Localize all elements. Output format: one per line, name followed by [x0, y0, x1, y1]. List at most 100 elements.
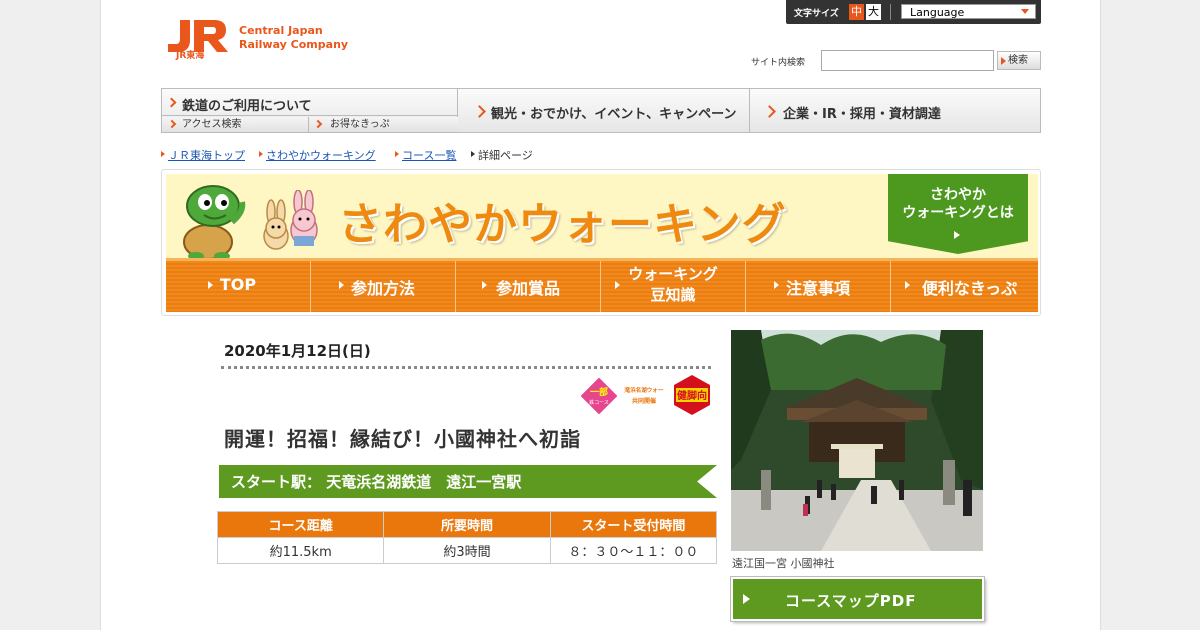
- breadcrumb-current: 詳細ページ: [478, 149, 533, 162]
- joint-event-badge-icon: 天竜浜名湖ウォーク 共同開催: [624, 386, 664, 405]
- arrow-right-icon: [743, 594, 750, 604]
- utility-divider: [890, 4, 891, 20]
- gnav-corporate[interactable]: 企業・IR・採用・資材調達: [751, 89, 1041, 132]
- table-cell-start-time: ８：３０～１１：００: [549, 537, 718, 564]
- utility-bar: 文字サイズ 中 大 Language: [786, 0, 1041, 24]
- walking-nav: TOP 参加方法 参加賞品 ウォーキング 豆知識 注意事項 便利なきっぷ: [166, 258, 1038, 312]
- logo-tagline-line2: Railway Company: [239, 38, 349, 51]
- breadcrumb-link-course-list[interactable]: コース一覧: [402, 149, 456, 162]
- gnav-railway-use-label: 鉄道のご利用について: [182, 99, 312, 114]
- start-station-text: スタート駅： 天竜浜名湖鉄道 遠江一宮駅: [231, 473, 522, 491]
- walking-nav-tickets-label: 便利なきっぷ: [921, 279, 1018, 298]
- walking-nav-tickets[interactable]: 便利なきっぷ: [891, 261, 1038, 312]
- partial-course-badge-bottom: 鉄コース: [589, 399, 609, 406]
- walking-nav-top-label: TOP: [219, 275, 257, 294]
- walking-nav-how-to-join-label: 参加方法: [350, 279, 415, 298]
- fitness-level-badge-icon: 健脚向: [674, 375, 710, 415]
- font-size-label: 文字サイズ: [794, 9, 839, 19]
- gnav-tourism-label: 観光・おでかけ、イベント、キャンペーン: [491, 107, 737, 122]
- arrow-right-icon: [482, 281, 487, 289]
- walking-banner-title: さわやかウォーキング: [338, 199, 787, 250]
- site-search-label: サイト内検索: [751, 58, 806, 68]
- partial-course-badge-icon: 一部 鉄コース: [581, 378, 617, 414]
- search-input[interactable]: [821, 50, 994, 71]
- table-cell-distance: 約11.5km: [216, 537, 385, 564]
- event-date: 2020年1月12日(日): [224, 342, 371, 360]
- global-nav: 鉄道のご利用について アクセス検索 お得なきっぷ 観光・おでかけ、イベント、キャ…: [161, 88, 1041, 133]
- fitness-level-badge-text: 健脚向: [677, 389, 707, 402]
- about-walking-line1: さわやか: [930, 187, 986, 203]
- breadcrumb-item: さわやかウォーキング: [259, 147, 376, 163]
- gnav-value-tickets[interactable]: お得なきっぷ: [310, 117, 458, 132]
- table-header-start-time: スタート受付時間: [549, 511, 718, 538]
- jr-central-logo[interactable]: JR東海 Central Japan Railway Company: [166, 18, 356, 64]
- walking-nav-tips-label: ウォーキング 豆知識: [601, 261, 745, 306]
- search-button[interactable]: 検索: [997, 51, 1041, 70]
- table-row: 約11.5km 約3時間 ８：３０～１１：００: [216, 537, 718, 564]
- course-info-table: コース距離 所要時間 スタート受付時間 約11.5km 約3時間 ８：３０～１１…: [216, 511, 718, 564]
- breadcrumb-link-jr-top[interactable]: ＪＲ東海トップ: [168, 149, 245, 162]
- walking-nav-notes[interactable]: 注意事項: [746, 261, 891, 312]
- start-station-bar: スタート駅： 天竜浜名湖鉄道 遠江一宮駅: [219, 465, 717, 498]
- table-header-duration: 所要時間: [383, 511, 551, 538]
- chevron-right-icon: [167, 119, 177, 129]
- breadcrumb-item: コース一覧: [395, 147, 456, 163]
- table-header-row: コース距離 所要時間 スタート受付時間: [216, 511, 718, 538]
- walking-nav-how-to-join[interactable]: 参加方法: [311, 261, 456, 312]
- search-button-label: 検索: [1008, 55, 1028, 66]
- walking-nav-tips[interactable]: ウォーキング 豆知識: [601, 261, 746, 312]
- walking-banner-header: さわやかウォーキング さわやか ウォーキングとは: [166, 174, 1038, 260]
- arrow-right-icon: [615, 281, 620, 289]
- divider: [221, 366, 711, 369]
- chevron-down-icon: [1021, 9, 1029, 14]
- breadcrumb-link-walking[interactable]: さわやかウォーキング: [266, 149, 376, 162]
- arrow-right-icon: [954, 231, 960, 239]
- table-header-distance: コース距離: [216, 511, 385, 538]
- arrow-right-icon: [395, 151, 399, 157]
- logo-company-name: Central Japan Railway Company: [239, 24, 348, 52]
- walking-nav-prizes[interactable]: 参加賞品: [456, 261, 601, 312]
- joint-event-badge-line1: 天竜浜名湖ウォーク: [624, 386, 664, 394]
- gnav-railway-group: 鉄道のご利用について アクセス検索 お得なきっぷ: [162, 89, 458, 132]
- chevron-right-icon: [473, 105, 486, 118]
- walking-nav-tips-line1: ウォーキング: [628, 265, 718, 283]
- logo-tagline-line1: Central Japan: [239, 24, 323, 37]
- arrow-right-icon: [161, 151, 165, 157]
- arrow-right-icon: [471, 151, 475, 157]
- rabbit-mascots-icon: [263, 190, 318, 250]
- walking-nav-top[interactable]: TOP: [166, 261, 311, 312]
- gnav-tourism[interactable]: 観光・おでかけ、イベント、キャンペーン: [459, 89, 750, 132]
- breadcrumb-item: ＪＲ東海トップ: [161, 147, 245, 163]
- course-map-pdf-label: コースマップPDF: [785, 592, 917, 610]
- course-map-pdf-button[interactable]: コースマップPDF: [731, 577, 984, 621]
- gnav-access-search-label: アクセス検索: [182, 119, 242, 130]
- font-size-medium-button[interactable]: 中: [849, 4, 864, 20]
- breadcrumb-item: 詳細ページ: [471, 147, 533, 163]
- table-cell-duration: 約3時間: [383, 537, 551, 564]
- event-title: 開運！招福！縁結び！小國神社へ初詣: [224, 427, 581, 451]
- walking-nav-prizes-label: 参加賞品: [495, 279, 560, 298]
- walking-banner: さわやかウォーキング さわやか ウォーキングとは TOP 参加方法 参加賞品 ウ…: [161, 169, 1041, 316]
- photo-caption: 遠江国一宮 小國神社: [732, 557, 835, 570]
- about-walking-line2: ウォーキングとは: [902, 205, 1014, 221]
- arrow-right-icon: [1001, 57, 1006, 65]
- gnav-value-tickets-label: お得なきっぷ: [330, 119, 390, 130]
- about-walking-button[interactable]: さわやか ウォーキングとは: [888, 174, 1028, 254]
- arrow-right-icon: [208, 281, 213, 289]
- chevron-right-icon: [763, 105, 776, 118]
- walking-nav-notes-label: 注意事項: [785, 279, 850, 298]
- gnav-railway-use[interactable]: 鉄道のご利用について: [162, 89, 458, 116]
- arrow-right-icon: [774, 281, 779, 289]
- arrow-right-icon: [339, 281, 344, 289]
- gnav-corporate-label: 企業・IR・採用・資材調達: [783, 107, 941, 122]
- font-size-large-button[interactable]: 大: [866, 4, 881, 20]
- language-select[interactable]: Language: [901, 4, 1036, 19]
- joint-event-badge-line2: 共同開催: [632, 397, 656, 405]
- chevron-right-icon: [313, 119, 323, 129]
- chevron-right-icon: [166, 97, 177, 108]
- language-select-label: Language: [910, 6, 965, 19]
- gnav-access-search[interactable]: アクセス検索: [162, 117, 309, 132]
- arrow-right-icon: [905, 281, 910, 289]
- logo-jr-tokai-text: JR東海: [176, 51, 205, 61]
- shrine-photo: [731, 330, 983, 551]
